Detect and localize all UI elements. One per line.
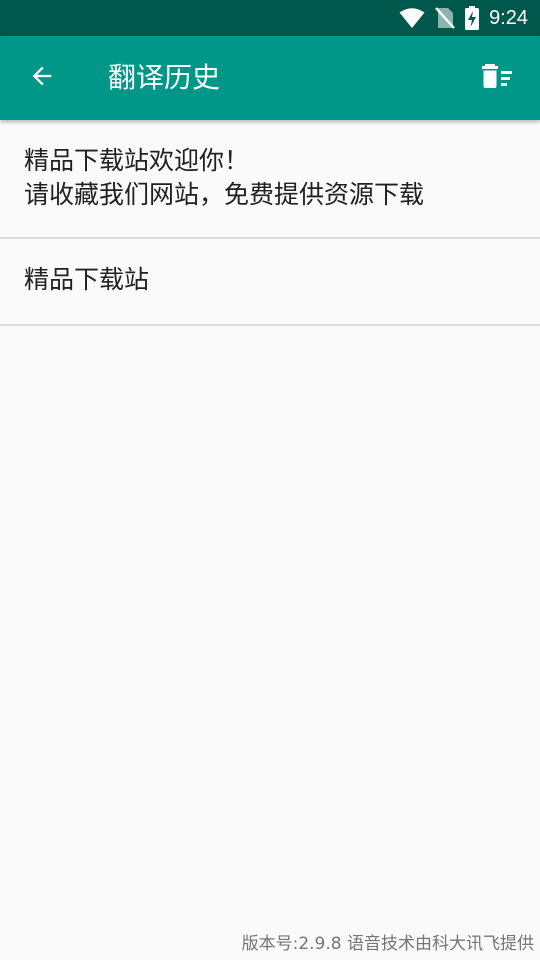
history-item-text: 精品下载站 <box>24 265 150 294</box>
history-item[interactable]: 精品下载站 <box>0 239 540 326</box>
arrow-back-icon <box>28 62 56 94</box>
status-bar: 9:24 <box>0 0 540 36</box>
page-title: 翻译历史 <box>108 61 221 94</box>
history-item-text: 请收藏我们网站，免费提供资源下载 <box>24 180 425 209</box>
history-list: 精品下载站欢迎你！ 请收藏我们网站，免费提供资源下载 精品下载站 <box>0 120 540 326</box>
no-sim-icon <box>435 7 455 29</box>
back-button[interactable] <box>14 50 70 106</box>
version-footer: 版本号:2.9.8 语音技术由科大讯飞提供 <box>241 934 534 954</box>
wifi-icon <box>399 7 425 29</box>
history-item-text: 精品下载站欢迎你！ <box>24 146 250 175</box>
status-time: 9:24 <box>489 6 528 29</box>
battery-charging-icon <box>465 6 480 30</box>
history-item[interactable]: 精品下载站欢迎你！ 请收藏我们网站，免费提供资源下载 <box>0 120 540 239</box>
status-icons: 9:24 <box>399 0 528 36</box>
delete-sweep-icon <box>481 62 515 94</box>
delete-history-button[interactable] <box>470 50 526 106</box>
app-bar: 翻译历史 <box>0 36 540 120</box>
